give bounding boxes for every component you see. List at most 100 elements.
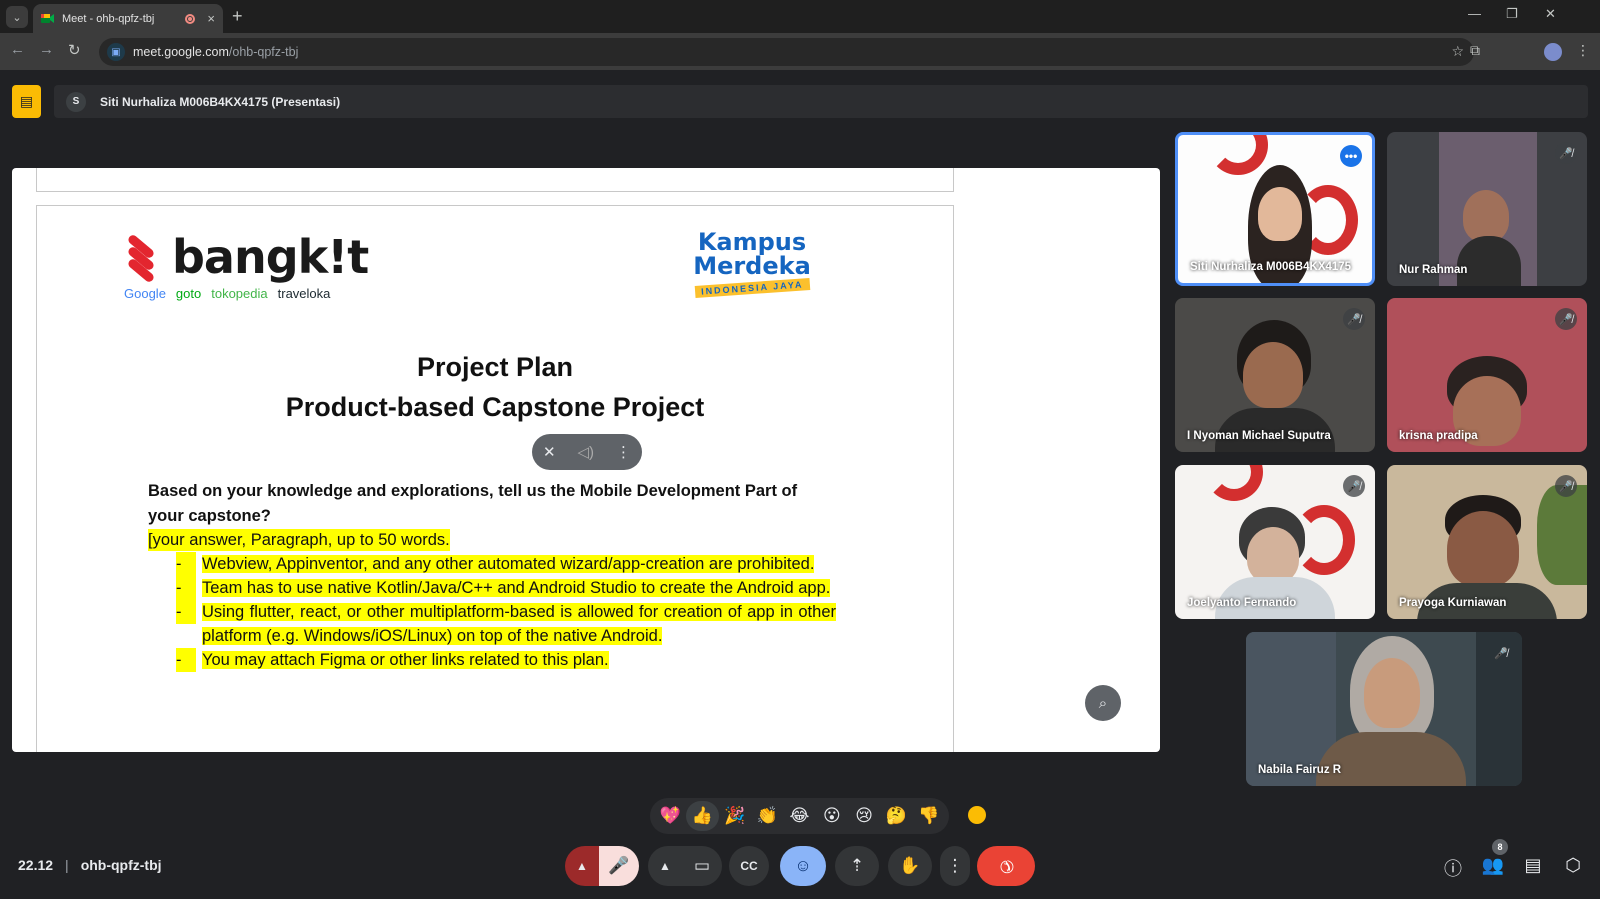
mic-off-icon: 🎤̸ — [1343, 308, 1365, 330]
raise-hand-icon: ✋ — [899, 856, 921, 875]
reaction-surprised-icon[interactable]: 😮 — [816, 801, 848, 831]
reaction-laughing-icon[interactable]: 😂 — [783, 801, 815, 831]
presenter-label: Siti Nurhaliza M006B4KX4175 (Presentasi) — [100, 94, 341, 109]
participant-face — [1447, 511, 1519, 587]
participant-name: Joelyanto Fernando — [1187, 597, 1297, 609]
video-camera-icon: ▭ — [693, 856, 711, 875]
previous-page-edge — [36, 168, 954, 192]
mic-off-icon: 🎤̸ — [1494, 647, 1508, 660]
audio-options-button[interactable]: ▲ — [565, 846, 599, 886]
participant-face — [1364, 658, 1420, 728]
participant-tile-nur[interactable]: 🎤̸ Nur Rahman — [1387, 132, 1587, 286]
volume-icon[interactable]: ◁) — [578, 443, 595, 461]
reaction-thinking-icon[interactable]: 🤔 — [880, 801, 912, 831]
captions-icon: CC — [740, 859, 758, 873]
more-options-icon[interactable]: ••• — [1340, 145, 1362, 167]
list-item-text: Team has to use native Kotlin/Java/C++ a… — [202, 579, 831, 597]
new-tab-button[interactable]: + — [232, 6, 243, 26]
profile-avatar[interactable] — [1544, 43, 1562, 61]
mic-off-icon: 🎤̸ — [1343, 475, 1365, 497]
partner-traveloka: traveloka — [277, 286, 331, 301]
browser-menu-icon[interactable]: ⋮ — [1576, 42, 1590, 59]
present-screen-button[interactable]: ⇡ — [835, 846, 879, 886]
window-close-button[interactable]: ✕ — [1545, 6, 1556, 22]
answer-prompt: [your answer, Paragraph, up to 50 words. — [148, 529, 450, 551]
forward-arrow-icon[interactable]: → — [39, 41, 54, 58]
recording-indicator-icon — [185, 13, 196, 24]
activities-icon[interactable]: ⬡ — [1561, 855, 1585, 876]
partner-goto: goto — [175, 286, 202, 301]
video-options-button[interactable]: ▲ — [648, 846, 682, 886]
back-arrow-icon[interactable]: ← — [10, 41, 25, 58]
participant-face — [1247, 527, 1299, 583]
reload-icon[interactable]: ↻ — [68, 41, 81, 59]
partner-logos: Google goto tokopedia traveloka — [124, 286, 330, 301]
participant-body — [1457, 236, 1521, 286]
bangkit-mark-icon — [124, 233, 158, 284]
tab-search-button[interactable]: ⌄ — [6, 6, 28, 28]
zoom-magnifier-icon[interactable]: ⌕ — [1085, 685, 1121, 721]
captions-button[interactable]: CC — [729, 846, 769, 886]
mic-toggle-button[interactable]: 🎤 — [599, 846, 639, 886]
list-item-text: Webview, Appinventor, and any other auto… — [202, 555, 815, 573]
participant-name: Prayoga Kurniawan — [1399, 597, 1507, 609]
list-item: Team has to use native Kotlin/Java/C++ a… — [176, 576, 836, 600]
extensions-puzzle-icon[interactable]: ⧉ — [1470, 42, 1480, 59]
participant-name: Nur Rahman — [1399, 264, 1468, 276]
meeting-info-icon[interactable]: ⓘ — [1441, 855, 1465, 881]
participant-name: I Nyoman Michael Suputra — [1187, 430, 1331, 442]
browser-toolbar: ← → ↻ ▣ meet.google.com/ohb-qpfz-tbj ☆ ⧉… — [0, 33, 1600, 70]
more-vertical-icon: ⋮ — [946, 856, 964, 875]
presentation-stage[interactable]: bangk!t Google goto tokopedia traveloka … — [12, 168, 1160, 752]
presenter-avatar: S — [66, 91, 86, 112]
list-item-text: Using flutter, react, or other multiplat… — [202, 603, 836, 645]
site-info-icon[interactable]: ▣ — [107, 43, 125, 61]
reactions-button[interactable]: ☺ — [780, 846, 826, 886]
raise-hand-button[interactable]: ✋ — [888, 846, 932, 886]
tile-more-options-icon[interactable]: ⋮ — [616, 443, 631, 461]
slide-question: Based on your knowledge and explorations… — [148, 482, 798, 525]
mic-off-icon: 🎤̸ — [1555, 142, 1577, 164]
tab-close-button[interactable]: × — [207, 11, 215, 26]
participant-tile-joelyanto[interactable]: 🎤̸ Joelyanto Fernando — [1175, 465, 1375, 619]
separator: | — [65, 857, 69, 873]
stop-presenting-icon[interactable]: ▤ — [12, 85, 41, 118]
participant-tile-siti[interactable]: ••• Siti Nurhaliza M006B4KX4175 — [1175, 132, 1375, 286]
reaction-clapping-icon[interactable]: 👏 — [751, 801, 783, 831]
participant-tile-nabila[interactable]: 🎤̸ Nabila Fairuz R — [1246, 632, 1522, 786]
window-restore-button[interactable]: ❐ — [1506, 6, 1518, 22]
address-bar[interactable]: ▣ meet.google.com/ohb-qpfz-tbj ☆ — [99, 38, 1474, 66]
reaction-sparkling-heart-icon[interactable]: 💖 — [654, 801, 686, 831]
background-decoration — [1208, 135, 1268, 175]
meeting-code: ohb-qpfz-tbj — [80, 857, 162, 873]
meeting-details: 22.12 | ohb-qpfz-tbj — [18, 857, 162, 873]
unpin-icon[interactable]: ✕ — [543, 443, 556, 461]
reaction-sad-icon[interactable]: 😢 — [848, 801, 880, 831]
leave-call-button[interactable]: ✆ — [977, 846, 1035, 886]
participant-tile-prayoga[interactable]: 🎤̸ Prayoga Kurniawan — [1387, 465, 1587, 619]
reaction-party-popper-icon[interactable]: 🎉 — [719, 801, 751, 831]
window-minimize-button[interactable]: — — [1468, 6, 1481, 21]
camera-toggle-button[interactable]: ▭ — [682, 846, 722, 886]
list-item: Webview, Appinventor, and any other auto… — [176, 552, 836, 576]
requirements-list: Webview, Appinventor, and any other auto… — [176, 552, 836, 672]
skin-tone-selector[interactable] — [968, 806, 986, 824]
participant-name: Siti Nurhaliza M006B4KX4175 — [1190, 261, 1352, 273]
chat-icon[interactable]: ▤ — [1521, 855, 1545, 876]
bookmark-star-icon[interactable]: ☆ — [1451, 43, 1464, 60]
list-item-text: You may attach Figma or other links rela… — [202, 651, 609, 669]
participant-tile-krisna[interactable]: 🎤̸ krisna pradipa — [1387, 298, 1587, 452]
reaction-thumbs-down-icon[interactable]: 👎 — [913, 801, 945, 831]
kampus-line3: INDONESIA JAYA — [694, 278, 810, 298]
tile-controls: ✕ ◁) ⋮ — [532, 434, 642, 470]
list-item: You may attach Figma or other links rela… — [176, 648, 836, 672]
more-options-button[interactable]: ⋮ — [940, 846, 970, 886]
mic-off-icon: 🎤 — [608, 856, 630, 875]
participant-tile-nyoman[interactable]: 🎤̸ I Nyoman Michael Suputra — [1175, 298, 1375, 452]
presenter-bar: S Siti Nurhaliza M006B4KX4175 (Presentas… — [54, 85, 1588, 118]
bangkit-logo: bangk!t — [124, 230, 369, 284]
browser-tab-meet[interactable]: Meet - ohb-qpfz-tbj × — [33, 4, 223, 33]
reaction-thumbs-up-icon[interactable]: 👍 — [686, 801, 719, 831]
present-screen-icon: ⇡ — [849, 856, 865, 875]
people-icon[interactable]: 👥 — [1481, 855, 1505, 876]
